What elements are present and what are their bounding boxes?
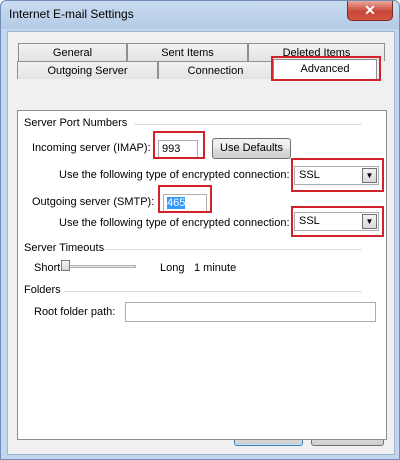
timeout-long-label: Long (160, 262, 185, 274)
outgoing-server-label: Outgoing server (SMTP): (32, 196, 155, 208)
group-divider (64, 291, 362, 292)
highlight-outgoing-encryption (291, 206, 384, 237)
window-title: Internet E-mail Settings (9, 7, 134, 21)
tab-general[interactable]: General (18, 43, 127, 61)
root-folder-path-label: Root folder path: (34, 306, 116, 318)
incoming-encryption-label: Use the following type of encrypted conn… (59, 169, 290, 181)
use-defaults-button[interactable]: Use Defaults (212, 138, 291, 159)
highlight-incoming-port (153, 131, 205, 159)
group-divider (104, 249, 362, 250)
outgoing-encryption-label: Use the following type of encrypted conn… (59, 217, 290, 229)
timeout-value-label: 1 minute (194, 262, 237, 274)
timeout-short-label: Short (34, 262, 61, 274)
timeout-slider-thumb[interactable] (61, 260, 70, 271)
group-server-timeouts: Server Timeouts (24, 242, 105, 254)
group-server-port-numbers: Server Port Numbers (24, 117, 128, 129)
root-folder-path-input[interactable] (125, 302, 376, 322)
timeout-slider-track[interactable] (64, 265, 136, 268)
group-folders: Folders (24, 284, 61, 296)
close-icon[interactable]: ✕ (347, 1, 393, 21)
incoming-server-label: Incoming server (IMAP): (32, 142, 151, 154)
highlight-advanced-tab (271, 56, 381, 81)
highlight-outgoing-port (158, 185, 212, 213)
settings-window: Internet E-mail Settings ✕ General Sent … (0, 0, 400, 460)
tab-outgoing-server[interactable]: Outgoing Server (17, 61, 158, 79)
tab-connection[interactable]: Connection (158, 61, 273, 79)
title-bar[interactable]: Internet E-mail Settings ✕ (1, 1, 399, 29)
advanced-panel: Server Port Numbers Incoming server (IMA… (17, 110, 387, 440)
tab-sent-items[interactable]: Sent Items (127, 43, 248, 61)
highlight-incoming-encryption (291, 158, 384, 192)
dialog-client: General Sent Items Deleted Items Outgoin… (7, 31, 395, 455)
group-divider (134, 124, 362, 125)
